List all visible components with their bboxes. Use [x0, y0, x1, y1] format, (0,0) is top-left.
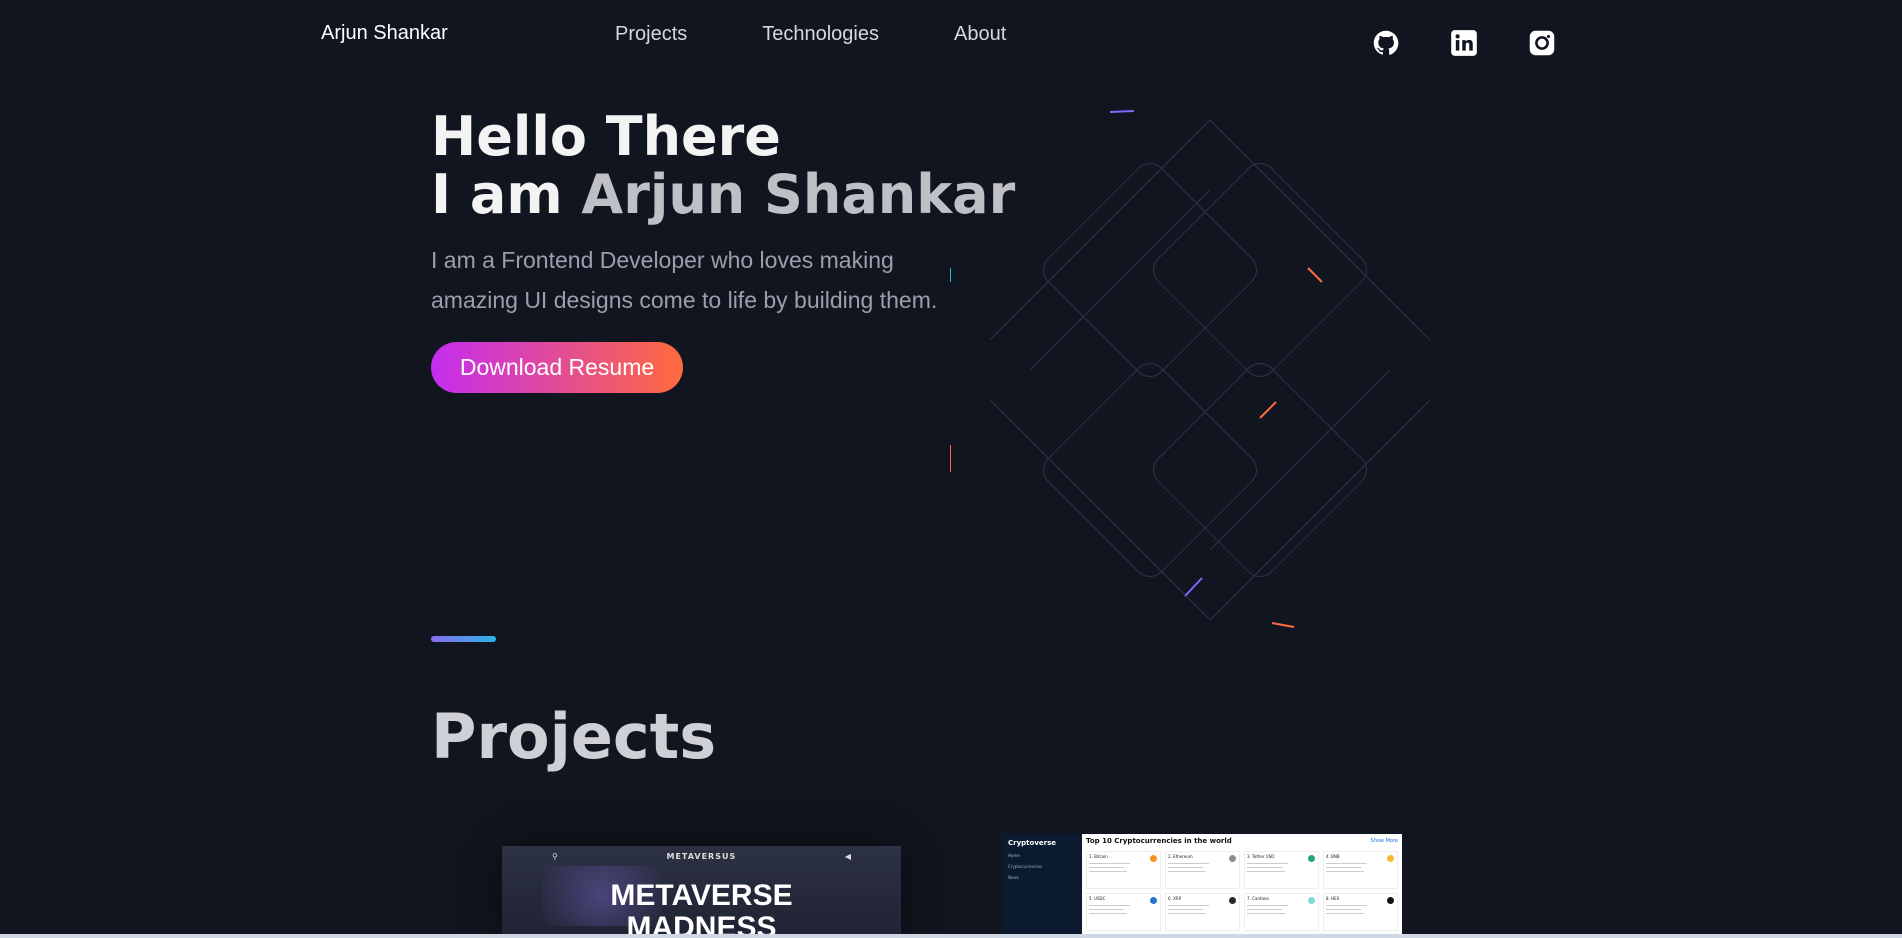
hero-intro-prefix: I am [431, 163, 582, 226]
project-card-cryptoverse[interactable]: Cryptoverse Home Cryptocurrencies News T… [1002, 834, 1402, 938]
coin-name: 7. Cardano [1247, 896, 1269, 901]
metaversus-brand: METAVERSUS [666, 851, 737, 861]
coin-name: 1. Bitcoin [1089, 854, 1108, 859]
section-divider [431, 636, 496, 642]
coin-icon [1387, 855, 1394, 862]
nav-link-projects[interactable]: Projects [615, 23, 687, 46]
sidebar-item-news: News [1008, 875, 1019, 880]
menu-icon: ◀ [844, 851, 851, 861]
coin-card: 5. USDC [1086, 893, 1161, 931]
coin-icon [1387, 897, 1394, 904]
card-topbar: ⚲ METAVERSUS ◀ [502, 846, 901, 866]
cryptoverse-main: Top 10 Cryptocurrencies in the world Sho… [1086, 837, 1398, 931]
coin-icon [1229, 855, 1236, 862]
coin-name: 2. Ethereum [1168, 854, 1193, 859]
brand-name[interactable]: Arjun Shankar [321, 22, 448, 45]
hero-section: Hello There I am Arjun Shankar I am a Fr… [431, 108, 1015, 393]
projects-section-title: Projects [431, 700, 717, 773]
cryptoverse-logo: Cryptoverse [1008, 839, 1056, 847]
coin-name: 8. HEX [1326, 896, 1340, 901]
metaverse-headline: METAVERSE MADNESS [502, 880, 901, 938]
project-card-metaversus[interactable]: ⚲ METAVERSUS ◀ METAVERSE MADNESS [502, 846, 901, 938]
coin-card: 8. HEX [1323, 893, 1398, 931]
show-more-link: Show More [1370, 838, 1398, 844]
coin-name: 5. USDC [1089, 896, 1106, 901]
cryptoverse-heading: Top 10 Cryptocurrencies in the world [1086, 837, 1232, 845]
coin-card: 4. BNB [1323, 851, 1398, 889]
decorative-lines-graphic [950, 110, 1431, 628]
headline-line-1: METAVERSE [610, 879, 793, 912]
coin-card: 2. Ethereum [1165, 851, 1240, 889]
coin-icon [1229, 897, 1236, 904]
linkedin-icon[interactable] [1449, 28, 1479, 58]
download-resume-button[interactable]: Download Resume [431, 342, 683, 393]
instagram-icon[interactable] [1527, 28, 1557, 58]
hero-heading: Hello There I am Arjun Shankar [431, 108, 1015, 224]
coin-name: 3. Tether USD [1247, 854, 1275, 859]
nav-links: Projects Technologies About [615, 23, 1006, 46]
coin-icon [1150, 855, 1157, 862]
nav-link-technologies[interactable]: Technologies [762, 23, 879, 46]
social-links [1371, 28, 1557, 58]
coin-card: 6. XRP [1165, 893, 1240, 931]
coin-icon [1308, 855, 1315, 862]
github-icon[interactable] [1371, 28, 1401, 58]
sidebar-item-cryptocurrencies: Cryptocurrencies [1008, 864, 1043, 869]
coin-card: 7. Cardano [1244, 893, 1319, 931]
coin-name: 6. XRP [1168, 896, 1182, 901]
top-navbar: Arjun Shankar Projects Technologies Abou… [0, 0, 1902, 70]
cryptoverse-sidebar: Cryptoverse Home Cryptocurrencies News [1002, 834, 1082, 938]
viewport-bottom-edge [0, 934, 1902, 938]
coin-icon [1308, 897, 1315, 904]
coin-grid: 1. Bitcoin 2. Ethereum 3. Tether USD 4. … [1086, 851, 1398, 931]
coin-icon [1150, 897, 1157, 904]
hero-description: I am a Frontend Developer who loves maki… [431, 247, 938, 313]
hero-greeting: Hello There [431, 105, 781, 168]
coin-name: 4. BNB [1326, 854, 1340, 859]
nav-link-about[interactable]: About [954, 23, 1006, 46]
search-icon: ⚲ [552, 851, 558, 861]
coin-card: 1. Bitcoin [1086, 851, 1161, 889]
coin-card: 3. Tether USD [1244, 851, 1319, 889]
sidebar-item-home: Home [1008, 853, 1020, 858]
